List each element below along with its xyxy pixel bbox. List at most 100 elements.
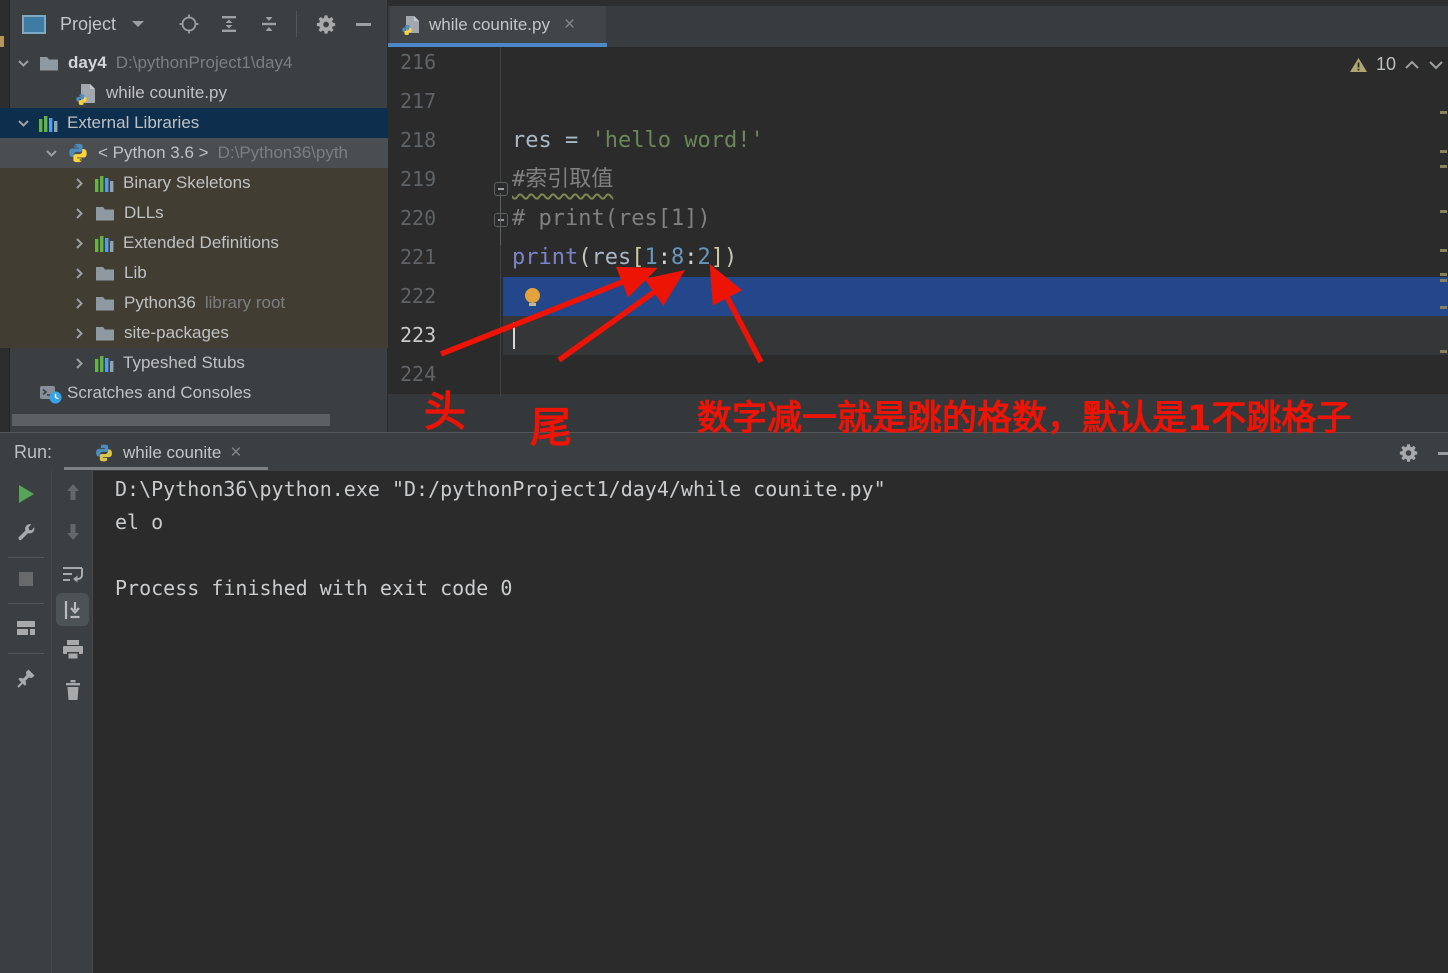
tree-item-scratches[interactable]: Scratches and Consoles [0, 378, 388, 408]
code-line-221[interactable]: print(res[1:8:2]) [512, 238, 737, 277]
project-panel-header: Project [10, 0, 388, 48]
rerun-button[interactable] [0, 485, 52, 503]
soft-wrap-icon[interactable] [52, 563, 93, 585]
error-stripe-mark[interactable] [1440, 273, 1447, 276]
collapse-all-icon[interactable] [258, 13, 280, 35]
run-toolbar-right [52, 471, 93, 973]
chevron-down-icon[interactable] [132, 21, 145, 27]
error-stripe-mark[interactable] [1440, 350, 1447, 353]
restore-layout-icon[interactable] [0, 619, 52, 637]
tree-item-label: Lib [124, 263, 147, 282]
line-number[interactable]: 219 [400, 160, 490, 199]
locate-file-icon[interactable] [178, 13, 200, 35]
chevron-right-icon[interactable] [72, 357, 86, 370]
tree-item-typeshed-stubs[interactable]: Typeshed Stubs [0, 348, 388, 378]
chevron-right-icon[interactable] [72, 237, 86, 250]
selected-line-highlight[interactable] [503, 277, 1448, 316]
tree-item-external-libraries[interactable]: External Libraries [0, 108, 388, 138]
tree-item-lib[interactable]: Lib [0, 258, 388, 288]
line-number[interactable]: 220 [400, 199, 490, 238]
line-number[interactable]: 222 [400, 277, 490, 316]
editor-area[interactable]: while counite.py × 216 217 218 219 220 2… [388, 0, 1448, 432]
error-stripe-mark[interactable] [1440, 249, 1447, 252]
clear-console-trash-icon[interactable] [52, 679, 93, 701]
scroll-to-end-icon[interactable] [52, 593, 93, 626]
run-config-wrench-icon[interactable] [0, 521, 52, 543]
line-number[interactable]: 218 [400, 121, 490, 160]
chevron-down-icon[interactable] [1428, 60, 1444, 70]
hide-panel-icon[interactable] [1438, 452, 1448, 455]
python-icon [67, 142, 89, 164]
expand-all-icon[interactable] [218, 13, 240, 35]
screen-artifact [0, 36, 4, 47]
tab-while-counite[interactable]: while counite.py × [390, 6, 606, 43]
chevron-down-icon[interactable] [16, 119, 30, 128]
line-number[interactable]: 224 [400, 355, 490, 394]
toolbar-separator [8, 603, 44, 604]
tree-item-extended-definitions[interactable]: Extended Definitions [0, 228, 388, 258]
error-stripe-mark[interactable] [1440, 111, 1447, 114]
code-line-218[interactable]: res = 'hello word!' [512, 121, 764, 160]
tree-item-path: D:\Python36\pyth [217, 143, 349, 162]
line-number[interactable]: 216 [400, 43, 490, 82]
run-tab-while-counite[interactable]: while counite × [94, 442, 241, 464]
chevron-right-icon[interactable] [72, 207, 86, 220]
code-line-219[interactable]: #索引取值 [512, 160, 613, 199]
error-stripe-mark[interactable] [1440, 150, 1447, 153]
error-stripe-mark[interactable] [1440, 210, 1447, 213]
chevron-right-icon[interactable] [72, 297, 86, 310]
text-caret [513, 322, 515, 349]
error-stripe-mark[interactable] [1440, 306, 1447, 309]
close-icon[interactable]: × [230, 442, 241, 464]
chevron-up-icon[interactable] [1404, 60, 1420, 70]
fold-marker[interactable] [494, 213, 508, 227]
inspection-widget[interactable]: 10 [1349, 54, 1444, 75]
tree-item-day4[interactable]: day4 D:\pythonProject1\day4 [0, 48, 388, 78]
chevron-right-icon[interactable] [72, 177, 86, 190]
project-panel: Project day4 D:\pythonProject1\day4 whil… [0, 0, 388, 432]
tree-item-site-packages[interactable]: site-packages [0, 318, 388, 348]
console-line: D:\Python36\python.exe "D:/pythonProject… [115, 477, 886, 501]
run-console[interactable]: D:\Python36\python.exe "D:/pythonProject… [93, 471, 1448, 973]
tree-item-binary-skeletons[interactable]: Binary Skeletons [0, 168, 388, 198]
fold-region-line [500, 193, 501, 245]
python-icon [94, 443, 114, 463]
run-panel-header: Run: while counite × [0, 434, 1448, 471]
line-number[interactable]: 221 [400, 238, 490, 277]
folder-icon [95, 265, 115, 281]
error-stripe-mark[interactable] [1440, 279, 1447, 282]
chevron-right-icon[interactable] [72, 327, 86, 340]
line-number[interactable]: 217 [400, 82, 490, 121]
tab-title: while counite.py [429, 14, 550, 34]
caret-line-highlight[interactable] [503, 316, 1448, 355]
hide-panel-icon[interactable] [356, 22, 372, 26]
scratches-icon [40, 385, 62, 404]
pin-icon[interactable] [0, 667, 52, 689]
error-stripe-mark[interactable] [1440, 165, 1447, 168]
chevron-down-icon[interactable] [16, 59, 30, 68]
chevron-right-icon[interactable] [72, 267, 86, 280]
down-stacktrace-icon[interactable] [52, 523, 93, 541]
tree-item-path: D:\pythonProject1\day4 [115, 53, 293, 72]
intention-bulb-icon[interactable] [525, 288, 540, 306]
print-icon[interactable] [52, 639, 93, 661]
code-line-220[interactable]: # print(res[1]) [512, 199, 711, 238]
horizontal-scrollbar[interactable] [12, 414, 330, 426]
tree-item-python-36[interactable]: < Python 3.6 > D:\Python36\pyth [0, 138, 388, 168]
tree-item-while-counite[interactable]: while counite.py [0, 78, 388, 108]
fold-marker[interactable] [494, 182, 508, 196]
close-icon[interactable]: × [564, 14, 575, 36]
pycharm-window: Project day4 D:\pythonProject1\day4 whil… [0, 0, 1448, 973]
settings-gear-icon[interactable] [315, 13, 338, 36]
tree-item-label: External Libraries [67, 113, 200, 132]
warning-count: 10 [1375, 54, 1396, 74]
stop-button[interactable] [0, 572, 52, 586]
up-stacktrace-icon[interactable] [52, 483, 93, 501]
run-settings-gear-icon[interactable] [1398, 442, 1420, 464]
line-number-current[interactable]: 223 [400, 316, 490, 355]
tree-item-python36-dir[interactable]: Python36 library root [0, 288, 388, 318]
chevron-down-icon[interactable] [44, 149, 58, 158]
folder-icon [95, 295, 115, 311]
project-panel-title[interactable]: Project [60, 14, 116, 35]
tree-item-dlls[interactable]: DLLs [0, 198, 388, 228]
